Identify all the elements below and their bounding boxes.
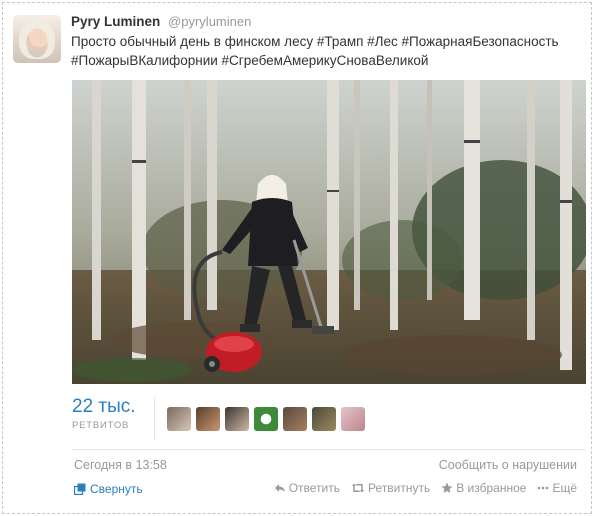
reply-label: Ответить xyxy=(288,481,340,495)
more-dots-icon xyxy=(538,486,549,490)
tweet-timestamp[interactable]: Сегодня в 13:58 xyxy=(74,458,167,472)
retweeter-avatar-2[interactable] xyxy=(196,407,220,431)
retweeter-avatars xyxy=(167,407,365,431)
user-avatar[interactable] xyxy=(13,15,61,63)
more-button[interactable]: Ещё xyxy=(537,481,577,495)
favorite-button[interactable]: В избранное xyxy=(441,481,526,495)
retweeter-avatar-7[interactable] xyxy=(341,407,365,431)
report-link[interactable]: Сообщить о нарушении xyxy=(439,458,577,472)
collapse-label: Свернуть xyxy=(90,482,143,496)
favorite-label: В избранное xyxy=(456,481,527,495)
tweet-card: Pyry Luminen @pyryluminen Просто обычный… xyxy=(2,2,592,514)
more-label: Ещё xyxy=(552,481,577,495)
retweet-label: Ретвитнуть xyxy=(368,481,431,495)
retweet-count[interactable]: 22 тыс. РЕТВИТОВ xyxy=(72,395,154,431)
retweeter-avatar-4[interactable] xyxy=(254,407,278,431)
retweet-button[interactable]: Ретвитнуть xyxy=(351,481,430,495)
user-handle[interactable]: @pyryluminen xyxy=(168,14,251,29)
display-name[interactable]: Pyry Luminen xyxy=(71,14,160,29)
tweet-header: Pyry Luminen @pyryluminen Просто обычный… xyxy=(71,13,586,70)
stats-separator xyxy=(72,449,586,450)
tweet-stats: 22 тыс. РЕТВИТОВ xyxy=(72,395,586,441)
collapse-button[interactable]: Свернуть xyxy=(74,482,143,496)
reply-button[interactable]: Ответить xyxy=(274,481,340,495)
collapse-icon xyxy=(74,483,86,495)
retweeter-avatar-1[interactable] xyxy=(167,407,191,431)
tweet-actions: Ответить Ретвитнуть В избранное Ещё xyxy=(274,481,577,495)
reply-icon xyxy=(274,484,285,492)
avatar-hair xyxy=(19,19,55,59)
retweeter-avatar-3[interactable] xyxy=(225,407,249,431)
name-row: Pyry Luminen @pyryluminen xyxy=(71,13,586,30)
star-icon xyxy=(441,482,453,493)
tweet-text-line-2: #ПожарыВКалифорнии #СгребемАмерикуСноваВ… xyxy=(71,53,429,68)
stats-divider xyxy=(154,397,155,441)
retweet-icon xyxy=(352,483,364,493)
retweet-count-number: 22 тыс. xyxy=(72,396,136,417)
retweeter-avatar-5[interactable] xyxy=(283,407,307,431)
tweet-text: Просто обычный день в финском лесу #Трам… xyxy=(71,32,586,70)
tweet-photo[interactable] xyxy=(72,80,586,384)
forest-vacuum-photo xyxy=(72,80,586,384)
retweeter-avatar-6[interactable] xyxy=(312,407,336,431)
tweet-text-line-1: Просто обычный день в финском лесу #Трам… xyxy=(71,34,559,49)
retweet-count-label: РЕТВИТОВ xyxy=(72,420,130,431)
